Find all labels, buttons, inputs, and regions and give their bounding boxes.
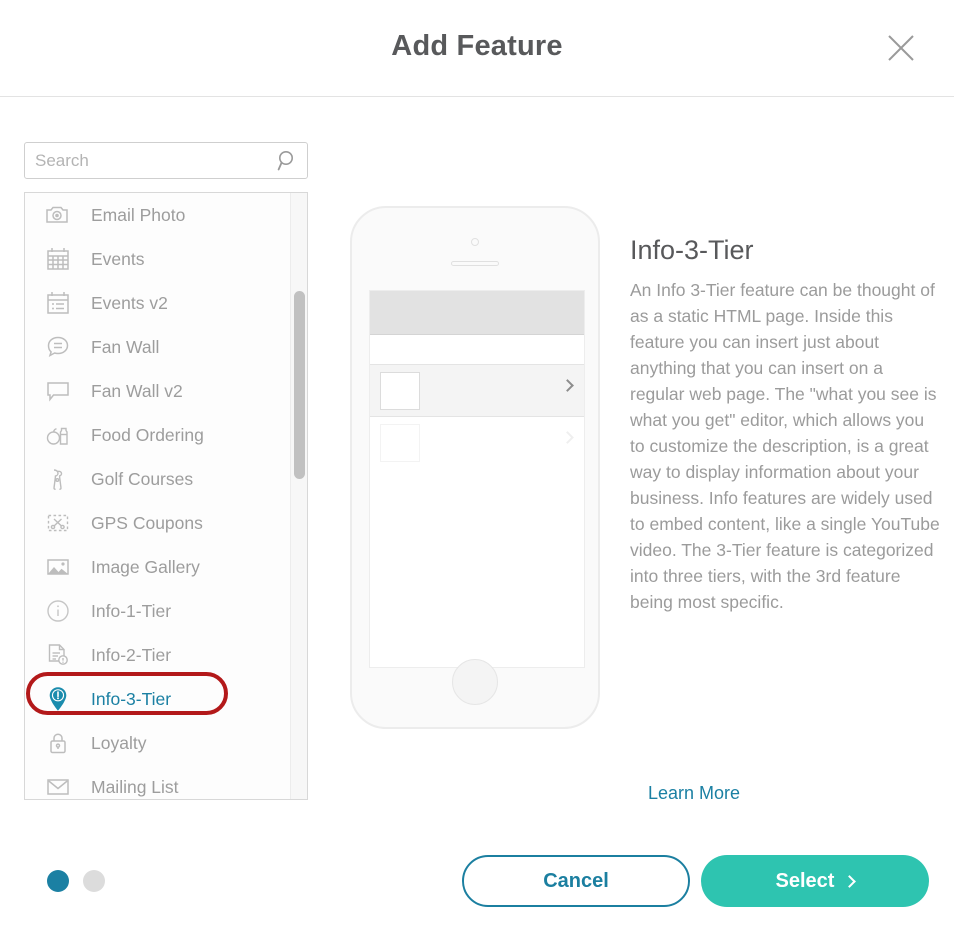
list-item-label: Info-2-Tier — [91, 644, 172, 665]
list-item-mailing-list[interactable]: Mailing List — [25, 765, 291, 799]
phone-screen — [369, 290, 585, 668]
list-item-fan-wall-v2[interactable]: Fan Wall v2 — [25, 369, 291, 413]
list-item-label: Image Gallery — [91, 556, 200, 577]
feature-list: Email Photo Events Events v2 Fan Wall Fa… — [24, 192, 308, 800]
golf-clubs-icon — [43, 464, 73, 494]
list-item-label: Events — [91, 248, 145, 269]
document-info-icon — [43, 640, 73, 670]
select-button-label: Select — [775, 869, 835, 892]
list-item-label: Mailing List — [91, 776, 179, 797]
list-item-label: Info-3-Tier — [91, 688, 172, 709]
list-item-info-3-tier[interactable]: Info-3-Tier — [25, 677, 291, 721]
modal-header: Add Feature — [0, 0, 954, 97]
map-pin-info-icon — [43, 684, 73, 714]
list-item-label: Food Ordering — [91, 424, 204, 445]
add-feature-modal: Add Feature Search Email Photo Events Ev… — [0, 0, 954, 930]
list-item-info-1-tier[interactable]: Info-1-Tier — [25, 589, 291, 633]
phone-speaker-icon — [451, 261, 499, 266]
pagination-dots — [47, 870, 105, 892]
detail-title: Info-3-Tier — [630, 235, 754, 265]
coupon-scissors-icon — [43, 508, 73, 538]
chevron-right-icon — [843, 874, 857, 888]
phone-home-button-icon — [452, 659, 498, 705]
list-item-events-v2[interactable]: Events v2 — [25, 281, 291, 325]
list-item-golf-courses[interactable]: Golf Courses — [25, 457, 291, 501]
list-scrollbar-thumb[interactable] — [294, 291, 305, 479]
speech-bubble-icon — [43, 376, 73, 406]
pagination-dot-1[interactable] — [47, 870, 69, 892]
chevron-right-icon — [561, 431, 574, 444]
list-item-label: Loyalty — [91, 732, 147, 753]
search-icon[interactable] — [277, 150, 299, 172]
image-icon — [43, 552, 73, 582]
speech-bubble-lines-icon — [43, 332, 73, 362]
preview-subheader — [370, 335, 584, 365]
list-item-image-gallery[interactable]: Image Gallery — [25, 545, 291, 589]
list-item-gps-coupons[interactable]: GPS Coupons — [25, 501, 291, 545]
phone-camera-icon — [471, 238, 479, 246]
preview-row — [370, 417, 584, 469]
pagination-dot-2[interactable] — [83, 870, 105, 892]
list-item-events[interactable]: Events — [25, 237, 291, 281]
detail-description: An Info 3-Tier feature can be thought of… — [630, 280, 940, 612]
list-item-food-ordering[interactable]: Food Ordering — [25, 413, 291, 457]
envelope-icon — [43, 772, 73, 799]
calendar-list-icon — [43, 288, 73, 318]
page-title: Add Feature — [391, 30, 563, 62]
list-item-label: Events v2 — [91, 292, 168, 313]
list-scrollbar-track[interactable] — [290, 193, 307, 799]
list-item-email-photo[interactable]: Email Photo — [25, 193, 291, 237]
list-item-loyalty[interactable]: Loyalty — [25, 721, 291, 765]
list-item-label: Fan Wall v2 — [91, 380, 183, 401]
list-item-fan-wall[interactable]: Fan Wall — [25, 325, 291, 369]
preview-banner — [370, 291, 584, 335]
list-item-label: Fan Wall — [91, 336, 160, 357]
preview-row-thumbnail — [380, 372, 420, 410]
cancel-button[interactable]: Cancel — [462, 855, 690, 907]
list-item-info-2-tier[interactable]: Info-2-Tier — [25, 633, 291, 677]
calendar-grid-icon — [43, 244, 73, 274]
lock-icon — [43, 728, 73, 758]
list-item-label: Info-1-Tier — [91, 600, 172, 621]
search-input[interactable] — [25, 143, 275, 178]
camera-icon — [43, 200, 73, 230]
search-box[interactable] — [24, 142, 308, 179]
preview-row — [370, 365, 584, 417]
list-item-label: GPS Coupons — [91, 512, 203, 533]
feature-list-scroll-content: Email Photo Events Events v2 Fan Wall Fa… — [25, 193, 291, 799]
list-item-label: Email Photo — [91, 204, 186, 225]
close-icon[interactable] — [884, 31, 918, 65]
list-item-label: Golf Courses — [91, 468, 194, 489]
food-drink-icon — [43, 420, 73, 450]
preview-row-thumbnail — [380, 424, 420, 462]
select-button[interactable]: Select — [701, 855, 929, 907]
learn-more-link[interactable]: Learn More — [648, 783, 740, 804]
info-circle-icon — [43, 596, 73, 626]
phone-preview-mockup — [350, 206, 600, 729]
feature-detail-panel: Info-3-Tier An Info 3-Tier feature can b… — [630, 233, 942, 615]
chevron-right-icon — [561, 379, 574, 392]
